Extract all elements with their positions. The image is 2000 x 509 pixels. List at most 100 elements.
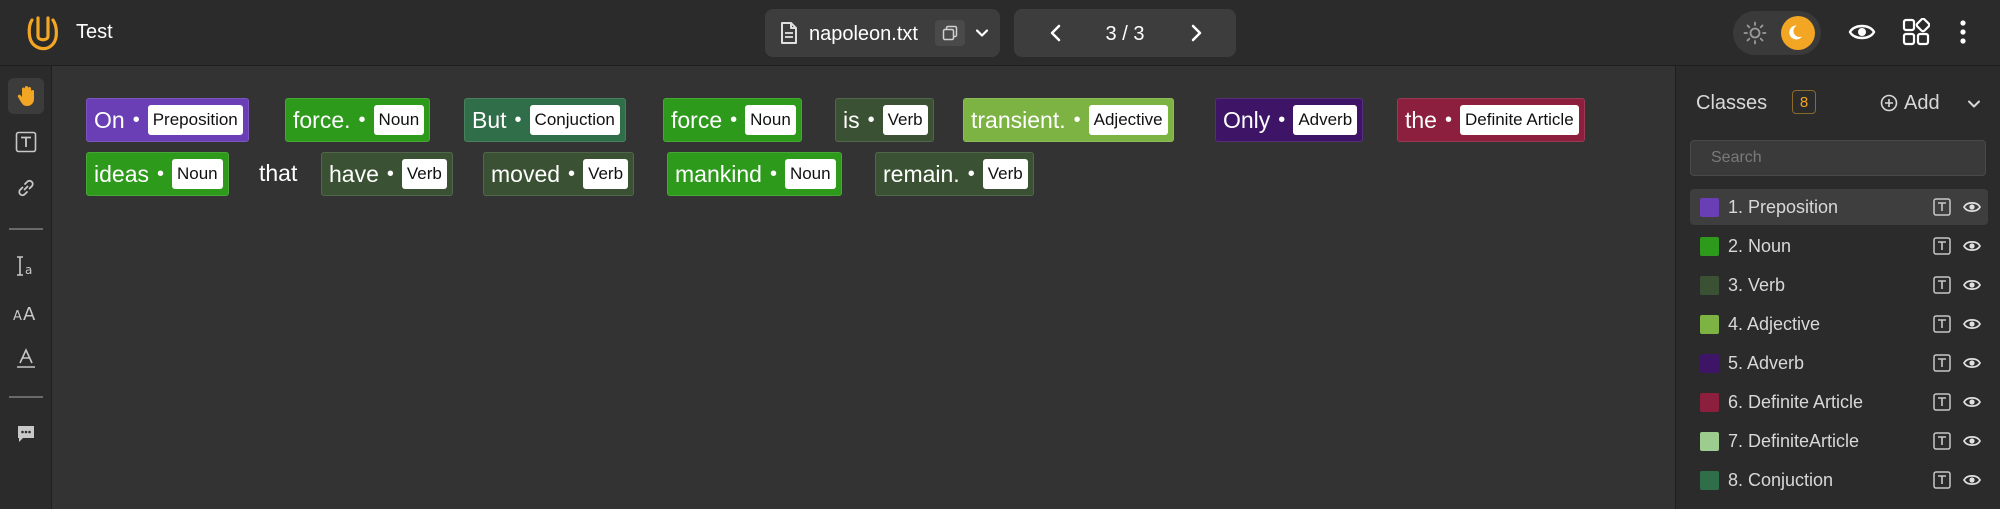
eye-icon[interactable] xyxy=(1963,394,1981,410)
file-dropdown-button[interactable] xyxy=(969,20,995,46)
token-class-label[interactable]: Conjuction xyxy=(529,105,620,135)
class-color-swatch[interactable] xyxy=(1700,198,1719,217)
class-color-swatch[interactable] xyxy=(1700,315,1719,334)
annotated-token[interactable]: force • Noun xyxy=(663,98,802,142)
eye-icon[interactable] xyxy=(1963,433,1981,449)
svg-text:a: a xyxy=(25,263,32,277)
theme-toggle[interactable] xyxy=(1733,11,1821,55)
eye-icon[interactable] xyxy=(1848,20,1876,44)
token-separator: • xyxy=(514,108,522,131)
annotated-token[interactable]: But • Conjuction xyxy=(464,98,626,142)
chevron-right-icon[interactable] xyxy=(1184,21,1208,45)
hand-tool[interactable] xyxy=(8,78,44,114)
class-item[interactable]: 6. Definite Article xyxy=(1690,384,1988,420)
class-item[interactable]: 3. Verb xyxy=(1690,267,1988,303)
annotated-token[interactable]: have • Verb xyxy=(321,152,453,196)
annotated-token[interactable]: moved • Verb xyxy=(483,152,635,196)
text-box-icon xyxy=(15,131,37,153)
token-separator: • xyxy=(1444,108,1452,131)
annotated-token[interactable]: remain. • Verb xyxy=(875,152,1034,196)
text-type-icon[interactable] xyxy=(1933,432,1951,450)
class-item[interactable]: 2. Noun xyxy=(1690,228,1988,264)
add-class-button[interactable]: Add xyxy=(1880,92,1940,114)
class-color-swatch[interactable] xyxy=(1700,432,1719,451)
token-class-label[interactable]: Adjective xyxy=(1088,105,1168,135)
token-class-label[interactable]: Preposition xyxy=(147,105,243,135)
token-text: have xyxy=(329,160,379,187)
annotated-token[interactable]: force. • Noun xyxy=(285,98,431,142)
comment-tool[interactable] xyxy=(8,416,44,452)
eye-icon[interactable] xyxy=(1963,316,1981,332)
class-label: 8. Conjuction xyxy=(1728,470,1834,490)
annotated-token[interactable]: transient. • Adjective xyxy=(963,98,1174,142)
sun-icon[interactable] xyxy=(1743,21,1767,45)
text-format-icon xyxy=(17,348,35,368)
chevron-down-icon xyxy=(975,29,989,37)
text-cursor-tool[interactable]: a xyxy=(8,248,44,284)
text-type-icon[interactable] xyxy=(1933,393,1951,411)
layout-grid-icon[interactable] xyxy=(1902,18,1930,46)
moon-icon xyxy=(1789,25,1802,40)
annotated-token[interactable]: the • Definite Article xyxy=(1397,98,1585,142)
chevron-down-icon[interactable] xyxy=(1966,96,1982,112)
annotated-token[interactable]: ideas • Noun xyxy=(86,152,229,196)
token-text: Only xyxy=(1223,106,1271,133)
class-item[interactable]: 4. Adjective xyxy=(1690,306,1988,342)
copy-button[interactable] xyxy=(935,20,965,46)
token-text: moved xyxy=(491,160,561,187)
token-class-label[interactable]: Noun xyxy=(373,105,425,135)
annotated-token[interactable]: is • Verb xyxy=(835,98,934,142)
eye-icon[interactable] xyxy=(1963,277,1981,293)
token-class-label[interactable]: Verb xyxy=(401,159,447,189)
class-label: 6. Definite Article xyxy=(1728,392,1864,412)
annotated-token[interactable]: mankind • Noun xyxy=(667,152,842,196)
text-box-tool[interactable] xyxy=(8,124,44,160)
class-color-swatch[interactable] xyxy=(1700,354,1719,373)
token-class-label[interactable]: Noun xyxy=(784,159,836,189)
class-color-swatch[interactable] xyxy=(1700,471,1719,490)
file-selector[interactable]: napoleon.txt xyxy=(765,9,1000,57)
text-type-icon[interactable] xyxy=(1933,276,1951,294)
class-item[interactable]: 5. Adverb xyxy=(1690,345,1988,381)
text-format-tool[interactable] xyxy=(8,340,44,376)
token-class-label[interactable]: Verb xyxy=(882,105,928,135)
text-type-icon[interactable] xyxy=(1933,237,1951,255)
token-class-label[interactable]: Adverb xyxy=(1293,105,1358,135)
token-class-label[interactable]: Noun xyxy=(745,105,796,135)
text-type-icon[interactable] xyxy=(1933,471,1951,489)
text-type-icon[interactable] xyxy=(1933,198,1951,216)
token-separator: • xyxy=(967,162,975,185)
text-type-icon[interactable] xyxy=(1933,315,1951,333)
eye-icon[interactable] xyxy=(1963,238,1981,254)
class-search-input[interactable] xyxy=(1690,140,1986,176)
class-color-swatch[interactable] xyxy=(1700,237,1719,256)
font-size-tool[interactable]: A A xyxy=(8,294,44,330)
annotated-token[interactable]: On • Preposition xyxy=(86,98,249,142)
token-class-label[interactable]: Definite Article xyxy=(1460,105,1579,135)
token-text: But xyxy=(472,106,507,133)
class-item[interactable]: 8. Conjuction xyxy=(1690,462,1988,498)
text-type-icon[interactable] xyxy=(1933,354,1951,372)
token-separator: • xyxy=(156,162,164,185)
tool-rail: a A A xyxy=(0,66,52,509)
svg-text:A: A xyxy=(23,304,36,323)
token-class-label[interactable]: Noun xyxy=(172,159,223,189)
token-class-label[interactable]: Verb xyxy=(583,159,629,189)
eye-icon[interactable] xyxy=(1963,355,1981,371)
annotated-token[interactable]: Only • Adverb xyxy=(1215,98,1364,142)
class-item[interactable]: 1. Preposition xyxy=(1690,189,1988,225)
eye-icon[interactable] xyxy=(1963,199,1981,215)
dark-mode-button[interactable] xyxy=(1781,16,1815,50)
link-tool[interactable] xyxy=(8,170,44,206)
class-color-swatch[interactable] xyxy=(1700,276,1719,295)
more-vertical-icon[interactable] xyxy=(1956,18,1970,46)
token-class-label[interactable]: Verb xyxy=(982,159,1028,189)
token-separator: • xyxy=(358,108,366,131)
token-text: is xyxy=(843,106,860,133)
eye-icon[interactable] xyxy=(1963,472,1981,488)
panel-title: Classes xyxy=(1696,92,1768,114)
app-logo-icon[interactable] xyxy=(26,14,60,52)
unannotated-token[interactable]: that xyxy=(259,160,297,187)
class-color-swatch[interactable] xyxy=(1700,393,1719,412)
class-item[interactable]: 7. DefiniteArticle xyxy=(1690,423,1988,459)
